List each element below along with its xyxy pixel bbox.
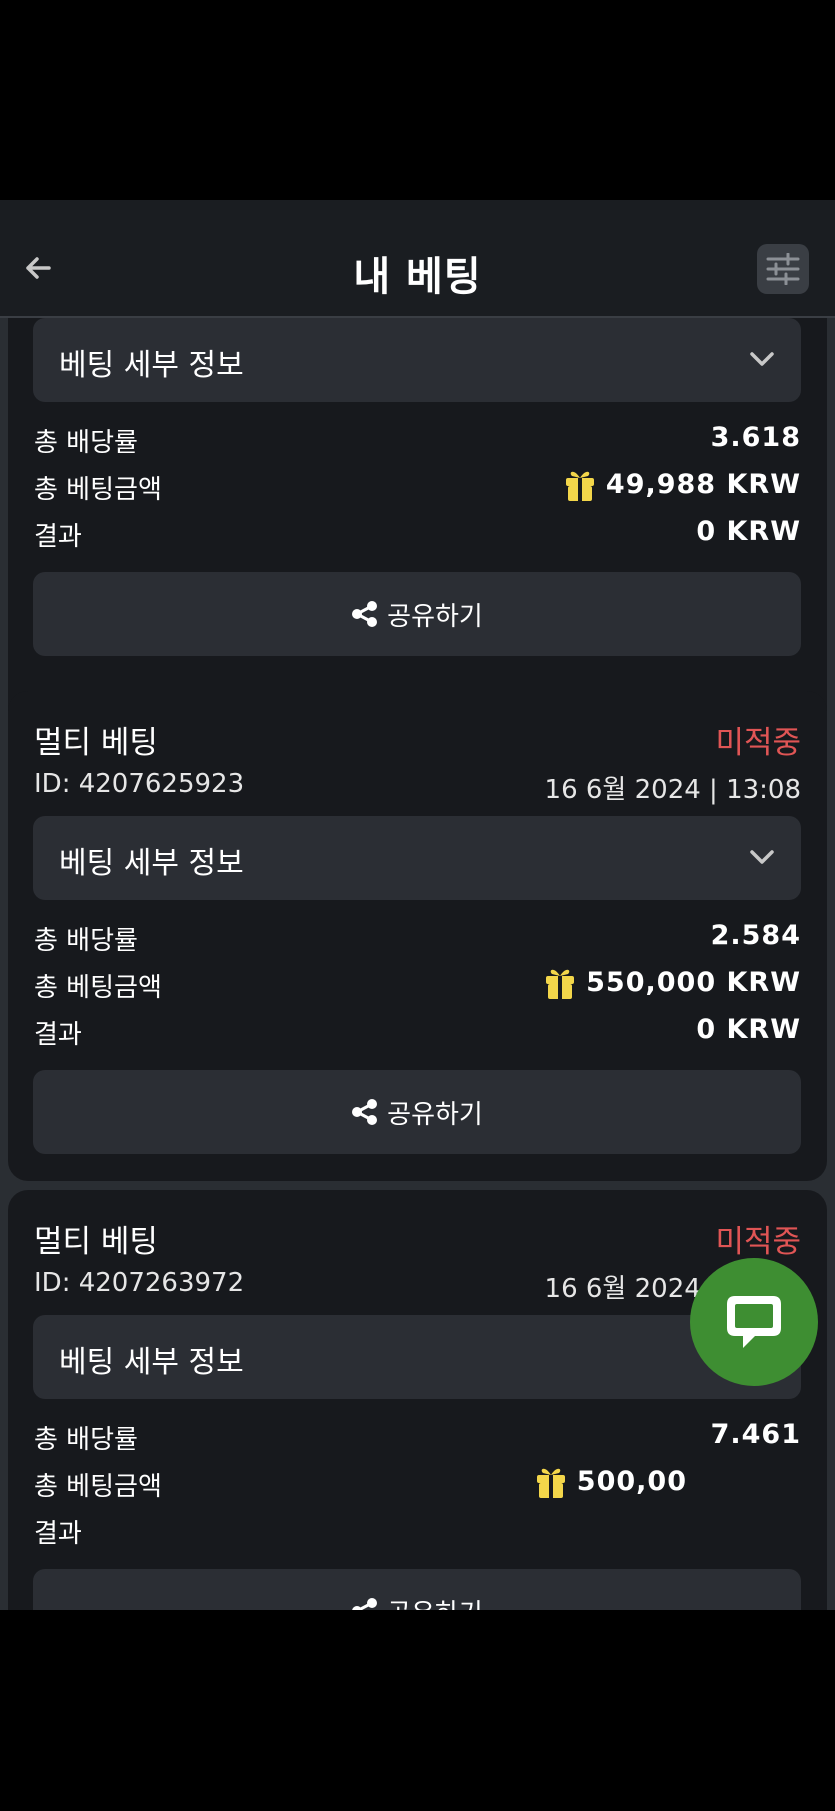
result-label: 결과 <box>34 522 82 552</box>
gift-icon <box>546 969 575 999</box>
filter-button[interactable] <box>757 244 809 294</box>
result-label: 결과 <box>34 1519 82 1549</box>
bet-details-dropdown[interactable]: 베팅 세부 정보 <box>33 318 801 402</box>
result-label: 결과 <box>34 1020 82 1050</box>
share-label: 공유하기 <box>387 1099 483 1130</box>
bet-details-label: 베팅 세부 정보 <box>59 348 244 383</box>
total-odds-label: 총 배당률 <box>34 1425 138 1455</box>
bet-type: 멀티 베팅 <box>34 1224 158 1260</box>
share-button[interactable]: 공유하기 <box>33 1569 801 1610</box>
share-icon <box>352 1099 378 1125</box>
total-odds-value: 2.584 <box>710 920 801 951</box>
result-value: 0 KRW <box>696 1014 801 1045</box>
total-stake-value: 550,000 KRW <box>544 964 801 1000</box>
gift-icon <box>536 1468 565 1498</box>
bet-details-dropdown[interactable]: 베팅 세부 정보 <box>33 1315 801 1399</box>
total-odds-label: 총 배당률 <box>34 926 138 956</box>
gift-icon <box>565 471 594 501</box>
chevron-down-icon <box>750 352 774 366</box>
total-stake-label: 총 베팅금액 <box>34 475 162 505</box>
chat-button[interactable] <box>690 1258 818 1386</box>
total-stake-amount: 49,988 KRW <box>605 468 801 500</box>
total-odds-label: 총 배당률 <box>34 428 138 458</box>
status-badge: 미적중 <box>715 1224 801 1260</box>
app-header: 내 베팅 <box>0 200 835 318</box>
bet-details-label: 베팅 세부 정보 <box>59 1345 244 1380</box>
total-odds-value: 3.618 <box>710 422 801 453</box>
total-stake-amount: 500,00 <box>576 1465 687 1497</box>
total-odds-value: 7.461 <box>710 1419 801 1450</box>
share-label: 공유하기 <box>387 601 483 632</box>
share-icon <box>352 1598 378 1610</box>
sliders-icon <box>766 253 800 285</box>
chevron-down-icon <box>750 850 774 864</box>
bet-id: ID: 4207625923 <box>34 769 245 799</box>
my-bets-screen: 베팅 세부 정보 총 배당률 3.618 총 베팅금액 49,988 KRW 결… <box>0 200 835 1610</box>
total-stake-value: 49,988 KRW <box>564 466 801 502</box>
share-button[interactable]: 공유하기 <box>33 1070 801 1154</box>
bet-card: 멀티 베팅 미적중 ID: 4207263972 16 6월 2024 | 08… <box>8 1190 827 1610</box>
total-stake-value: 500,00 <box>535 1463 687 1499</box>
total-stake-amount: 550,000 KRW <box>586 966 801 998</box>
share-icon <box>352 601 378 627</box>
bet-details-dropdown[interactable]: 베팅 세부 정보 <box>33 816 801 900</box>
bet-details-label: 베팅 세부 정보 <box>59 846 244 881</box>
share-button[interactable]: 공유하기 <box>33 572 801 656</box>
share-label: 공유하기 <box>387 1593 483 1611</box>
result-value: 0 KRW <box>696 516 801 547</box>
bet-type: 멀티 베팅 <box>34 725 158 761</box>
chat-bubble-icon <box>727 1296 781 1348</box>
page-title: 내 베팅 <box>353 254 482 300</box>
status-badge: 미적중 <box>715 725 801 761</box>
bet-card: 멀티 베팅 미적중 ID: 4207625923 16 6월 2024 | 13… <box>8 691 827 1181</box>
total-stake-label: 총 베팅금액 <box>34 973 162 1003</box>
bet-id: ID: 4207263972 <box>34 1268 245 1298</box>
total-stake-label: 총 베팅금액 <box>34 1472 162 1502</box>
bet-date: 16 6월 2024 | 13:08 <box>544 775 801 805</box>
